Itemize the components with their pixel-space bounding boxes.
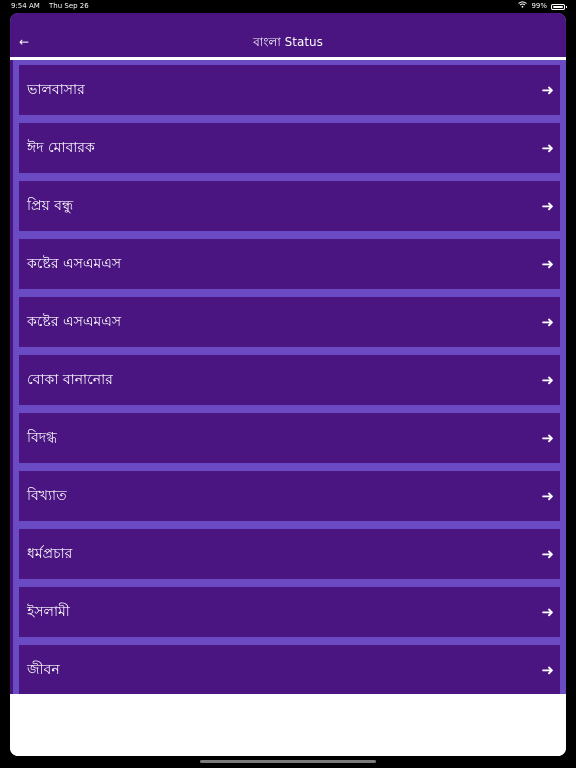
arrow-right-icon: ➜	[541, 429, 554, 447]
list-item-label: ঈদ মোবারক	[27, 140, 95, 156]
list-item[interactable]: ইসলামী ➜	[19, 587, 560, 637]
list-left-edge	[10, 60, 13, 694]
page-title: বাংলা Status	[253, 35, 323, 49]
status-bar-right: 99%	[518, 0, 567, 13]
list-item[interactable]: বোকা বানানোর ➜	[19, 355, 560, 405]
list-item[interactable]: ভালবাসার ➜	[19, 65, 560, 115]
status-time: 9:54 AM	[11, 2, 40, 10]
arrow-right-icon: ➜	[541, 487, 554, 505]
arrow-right-icon: ➜	[541, 255, 554, 273]
list-item[interactable]: কষ্টের এসএমএস ➜	[19, 239, 560, 289]
blank-footer-area	[10, 694, 566, 756]
list-item-label: জীবন	[27, 662, 60, 678]
list-item[interactable]: ঈদ মোবারক ➜	[19, 123, 560, 173]
battery-percent: 99%	[531, 2, 547, 10]
list-item-label: প্রিয় বন্ধু	[27, 198, 74, 214]
app-sheet: ← বাংলা Status ভালবাসার ➜ ঈদ মোবারক ➜ প্…	[10, 13, 566, 756]
status-bar: 9:54 AM Thu Sep 26 99%	[0, 0, 576, 13]
list-item-label: বোকা বানানোর	[27, 372, 113, 388]
list-item[interactable]: বিখ্যাত ➜	[19, 471, 560, 521]
status-bar-left: 9:54 AM Thu Sep 26	[11, 0, 96, 13]
arrow-right-icon: ➜	[541, 313, 554, 331]
list-item-label: বিদগ্ধ	[27, 430, 57, 446]
home-indicator[interactable]	[200, 760, 376, 763]
wifi-icon	[518, 0, 528, 13]
list-item-label: ধর্মপ্রচার	[27, 546, 73, 562]
arrow-right-icon: ➜	[541, 197, 554, 215]
list-item[interactable]: কষ্টের এসএমএস ➜	[19, 297, 560, 347]
arrow-right-icon: ➜	[541, 603, 554, 621]
list-item[interactable]: জীবন ➜	[19, 645, 560, 694]
list-item-label: ইসলামী	[27, 604, 70, 620]
arrow-right-icon: ➜	[541, 371, 554, 389]
list-item-label: কষ্টের এসএমএস	[27, 314, 122, 330]
list-item-label: বিখ্যাত	[27, 488, 67, 504]
arrow-right-icon: ➜	[541, 139, 554, 157]
list-item-label: কষ্টের এসএমএস	[27, 256, 122, 272]
list-item[interactable]: বিদগ্ধ ➜	[19, 413, 560, 463]
arrow-right-icon: ➜	[541, 661, 554, 679]
arrow-right-icon: ➜	[541, 545, 554, 563]
list-item[interactable]: প্রিয় বন্ধু ➜	[19, 181, 560, 231]
list-item[interactable]: ধর্মপ্রচার ➜	[19, 529, 560, 579]
list-item-label: ভালবাসার	[27, 82, 85, 98]
status-date: Thu Sep 26	[49, 2, 89, 10]
arrow-right-icon: ➜	[541, 81, 554, 99]
battery-icon	[551, 3, 567, 10]
category-list[interactable]: ভালবাসার ➜ ঈদ মোবারক ➜ প্রিয় বন্ধু ➜ কষ…	[10, 60, 566, 694]
nav-header: ← বাংলা Status	[10, 13, 566, 57]
